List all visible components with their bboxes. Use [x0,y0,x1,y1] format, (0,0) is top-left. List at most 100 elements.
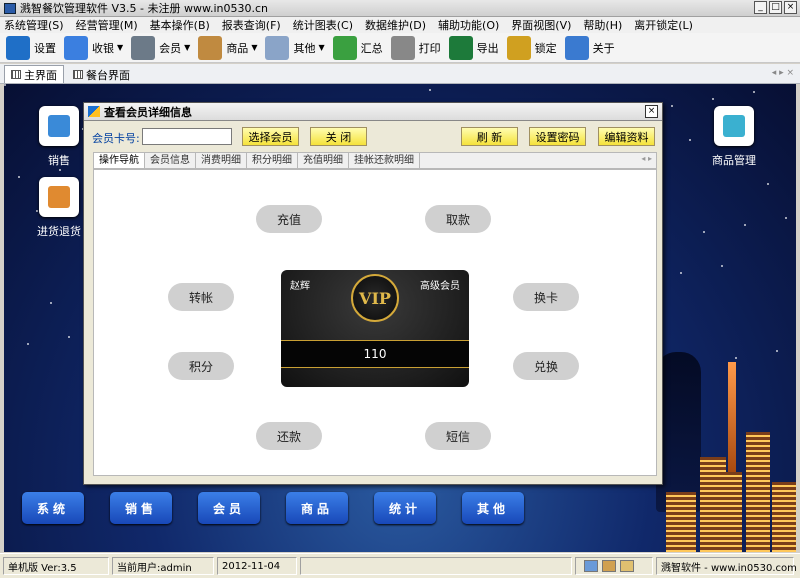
dialog-close-button[interactable]: × [645,105,658,118]
desktop-icon-purchase[interactable]: 进货退货 [29,177,89,239]
star [18,176,20,178]
menu-data[interactable]: 数据维护(D) [365,17,426,33]
redeem-button[interactable]: 兑换 [513,352,579,380]
desktop-icon-goods-label: 商品管理 [712,154,756,167]
home-icon [88,106,100,117]
status-icons [575,557,653,575]
nav-other-button[interactable]: 其他 [462,492,524,524]
cash-register-icon [64,35,88,60]
tower-icon [728,362,736,472]
star [68,336,70,338]
tab-credit-repay[interactable]: 挂帐还款明细 [349,153,420,168]
maximize-button[interactable]: □ [769,1,782,14]
transfer-button[interactable]: 转帐 [168,283,234,311]
printer-icon [390,35,415,60]
purchase-return-icon [48,186,70,208]
star [785,217,787,219]
points-button[interactable]: 积分 [168,352,234,380]
tab-main[interactable]: 主界面 [4,65,64,83]
select-member-button[interactable]: 选择会员 [242,127,299,146]
set-password-button[interactable]: 设置密码 [529,127,586,146]
star [721,265,723,267]
refresh-button[interactable]: 刷 新 [461,127,518,146]
star [689,139,691,141]
app-icon [4,2,16,14]
star [429,89,431,91]
tab-member-info[interactable]: 会员信息 [145,153,196,168]
picture-icon[interactable] [584,560,598,572]
menu-lock[interactable]: 离开锁定(L) [634,17,693,33]
recharge-button[interactable]: 充值 [256,205,322,233]
star [671,105,673,107]
menu-business[interactable]: 经营管理(M) [76,17,138,33]
menu-tools[interactable]: 辅助功能(O) [438,17,499,33]
toolbar-button-6[interactable]: 打印 [390,35,441,60]
toolbar-button-8[interactable]: 锁定 [506,35,557,60]
monitor-icon [6,35,30,60]
edit-profile-button[interactable]: 编辑资料 [598,127,655,146]
tab-operation-nav[interactable]: 操作导航 [94,153,145,168]
close-window-button[interactable]: × [784,1,797,14]
nav-stats-button[interactable]: 统计 [374,492,436,524]
menu-view[interactable]: 界面视图(V) [511,17,571,33]
subtab-scroll-arrows[interactable]: ◂ ▸ [641,154,652,163]
minimize-button[interactable]: _ [754,1,767,14]
toolbar-button-3[interactable]: 商品 ▼ [198,35,257,60]
pie-chart-icon [332,35,357,60]
status-brand: 溅智软件 - www.in0530.com [656,557,797,575]
toolbar-button-0[interactable]: 设置 [6,35,56,60]
toolbar-button-1[interactable]: 收银 ▼ [64,35,123,60]
tab-consumption[interactable]: 消费明细 [196,153,247,168]
menu-help[interactable]: 帮助(H) [583,17,622,33]
toolbar-button-2[interactable]: 会员 ▼ [131,35,190,60]
operation-panel: 充值 取款 转帐 换卡 积分 兑换 还款 短信 赵辉 高级会员 VIP 110 [93,169,657,476]
menu-system[interactable]: 系统管理(S) [4,17,64,33]
grid-icon [11,70,21,79]
goods-box-icon [198,35,223,60]
toolbar-label: 其他 [293,41,316,55]
dialog-close-text-button[interactable]: 关 闭 [310,127,367,146]
vip-badge-icon: VIP [351,274,399,322]
tab-scroll-arrows[interactable]: ◂ ▸ × [772,68,794,78]
folder-icon[interactable] [620,560,634,572]
status-user: 当前用户:admin [112,557,214,575]
toolbar-button-4[interactable]: 其他 ▼ [265,35,325,60]
dropdown-arrow-icon[interactable]: ▼ [117,43,123,52]
nav-member-button[interactable]: 会员 [198,492,260,524]
star [27,343,29,345]
dropdown-arrow-icon[interactable]: ▼ [251,43,257,52]
city-skyline [666,362,796,552]
star [776,350,778,352]
tab-tables[interactable]: 餐台界面 [66,65,137,83]
toolbar-button-7[interactable]: 导出 [448,35,499,60]
sales-icon [48,115,70,137]
toolbar-label: 汇总 [360,41,383,55]
sms-button[interactable]: 短信 [425,422,491,450]
status-edition: 单机版 Ver:3.5 [3,557,109,575]
card-number-input[interactable] [142,128,232,145]
tab-tables-label: 餐台界面 [86,68,130,82]
toolbar-label: 会员 [159,41,182,55]
member-level: 高级会员 [420,281,460,292]
tab-points[interactable]: 积分明细 [247,153,298,168]
desktop-icon-goods-manage[interactable]: 商品管理 [704,106,764,168]
change-card-button[interactable]: 换卡 [513,283,579,311]
menu-reports[interactable]: 报表查询(F) [222,17,281,33]
dropdown-arrow-icon[interactable]: ▼ [318,43,324,52]
repay-button[interactable]: 还款 [256,422,322,450]
menu-charts[interactable]: 统计图表(C) [293,17,353,33]
toolbar-label: 打印 [418,41,441,55]
menu-basic[interactable]: 基本操作(B) [150,17,210,33]
nav-goods-button[interactable]: 商品 [286,492,348,524]
tab-recharge[interactable]: 充值明细 [298,153,349,168]
dropdown-arrow-icon[interactable]: ▼ [184,43,190,52]
desktop-icon-sales[interactable]: 销售 [29,106,89,168]
toolbar-button-5[interactable]: 汇总 [332,35,383,60]
nav-sales-button[interactable]: 销售 [110,492,172,524]
toolbar-button-9[interactable]: 关于 [564,35,615,60]
member-detail-dialog: 查看会员详细信息 × 会员卡号: 选择会员 关 闭 刷 新 设置密码 编辑资料 … [83,102,663,485]
dialog-toolbar: 会员卡号: 选择会员 关 闭 刷 新 设置密码 编辑资料 [84,124,662,150]
users-icon[interactable] [602,560,616,572]
nav-system-button[interactable]: 系统 [22,492,84,524]
withdraw-button[interactable]: 取款 [425,205,491,233]
